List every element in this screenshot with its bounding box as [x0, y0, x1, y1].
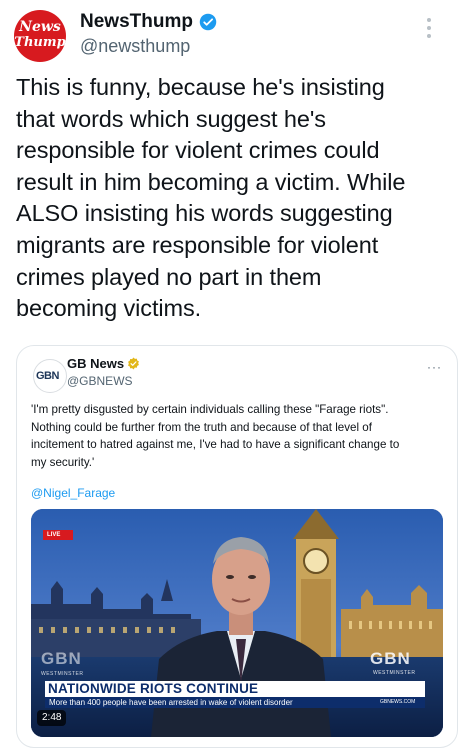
news-ticker: More than 400 people have been arrested … — [45, 697, 425, 708]
quoted-avatar-logo: GBN — [36, 370, 59, 382]
news-headline: NATIONWIDE RIOTS CONTINUE — [48, 681, 259, 696]
author-handle[interactable]: @newsthump — [80, 36, 190, 57]
avatar-logo-line1: News — [19, 19, 61, 35]
author-name-row: NewsThump — [80, 10, 217, 34]
avatar-logo-line2: Thump — [14, 35, 66, 50]
quoted-author-avatar[interactable]: GBN — [33, 359, 67, 393]
author-avatar[interactable]: News Thump — [14, 10, 66, 62]
author-display-name[interactable]: NewsThump — [80, 11, 193, 33]
news-lower-third: NATIONWIDE RIOTS CONTINUE — [45, 681, 425, 697]
channel-location-right: WESTMINSTER — [373, 670, 416, 676]
verified-badge-icon — [199, 13, 217, 31]
ticker-url: GBNEWS.COM — [380, 699, 416, 705]
channel-location-left: WESTMINSTER — [41, 671, 84, 677]
live-badge: LIVE — [43, 530, 73, 540]
tweet-header: News Thump NewsThump @newsthump — [0, 0, 472, 62]
quoted-handle[interactable]: @GBNEWS — [67, 374, 133, 388]
quoted-name-row: GB News — [67, 356, 140, 371]
more-vertical-icon[interactable] — [424, 18, 434, 46]
quoted-tweet-text: 'I'm pretty disgusted by certain individ… — [31, 403, 400, 469]
gold-verified-badge-icon — [128, 357, 139, 370]
quoted-display-name[interactable]: GB News — [67, 356, 124, 371]
channel-logo: GBN — [370, 649, 411, 668]
quoted-tweet-card[interactable]: GBN GB News @GBNEWS ··· 'I'm pretty disg… — [16, 345, 458, 748]
mention-link[interactable]: @Nigel_Farage — [31, 486, 115, 500]
ticker-text: More than 400 people have been arrested … — [49, 698, 293, 707]
tweet-text: This is funny, because he's insisting th… — [16, 74, 406, 322]
video-duration: 2:48 — [37, 710, 67, 726]
more-horizontal-icon[interactable]: ··· — [427, 360, 442, 374]
channel-logo-watermark: GBN — [41, 649, 82, 668]
video-player[interactable]: LIVE GBN WESTMINSTER GBN WESTMINSTER NAT… — [31, 509, 443, 737]
